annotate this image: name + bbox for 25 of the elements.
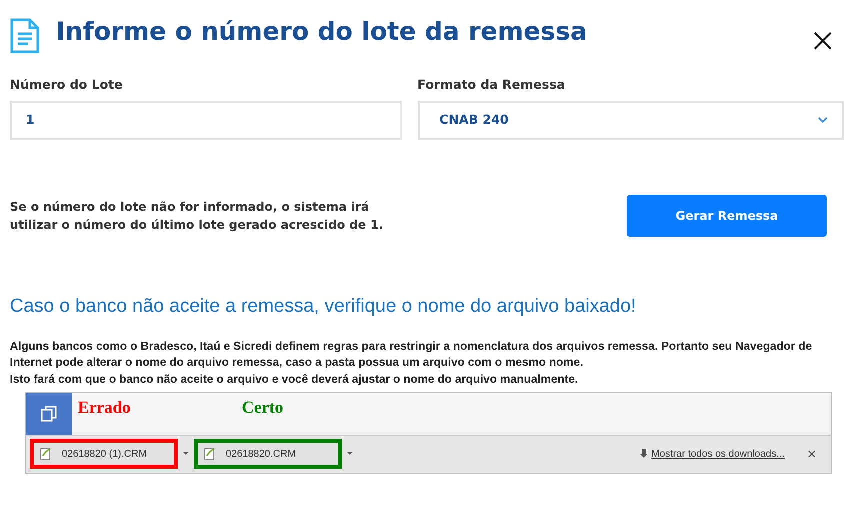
warning-heading: Caso o banco não aceite a remessa, verifique o nome do arquivo baixado! xyxy=(10,294,638,319)
close-bar-button[interactable]: × xyxy=(806,445,817,464)
close-icon[interactable] xyxy=(814,32,832,50)
warning-paragraph: Alguns bancos como o Bradesco, Itaú e Sicredi definem regras para restringir a nomenclatura dos arquivos remessa. Portanto seu Navegador de Internet pode alterar o nome do arquivo remessa, caso a pasta possua um arquivo com o mesmo nome. xyxy=(10,339,814,372)
file-name: 02618820 (1).CRM xyxy=(62,448,148,462)
download-item[interactable]: 02618820.CRM xyxy=(194,439,342,470)
file-name: 02618820.CRM xyxy=(226,448,296,462)
format-select[interactable]: CNAB 240 xyxy=(418,100,844,140)
document-icon xyxy=(10,18,40,54)
example-label: Certo xyxy=(242,396,284,419)
lot-number-field[interactable]: 1 xyxy=(10,100,402,140)
example-label: Errado xyxy=(78,396,131,419)
file-icon xyxy=(40,448,52,461)
hint-text: Se o número do lote não for informado, o sistema irá utilizar o número do último lote gerado acrescido de 1. xyxy=(10,198,384,234)
file-icon xyxy=(204,448,216,461)
download-icon xyxy=(640,449,648,460)
dialog-title: Informe o número do lote da remessa xyxy=(56,16,588,48)
field-label: Número do Lote xyxy=(10,76,124,94)
chevron-down-icon xyxy=(818,116,828,124)
warning-paragraph: Isto fará com que o banco não aceite o arquivo e você deverá ajustar o nome do arquivo manualmente. xyxy=(10,372,580,388)
download-item[interactable]: 02618820 (1).CRM xyxy=(30,439,178,470)
generate-button[interactable]: Gerar Remessa xyxy=(627,194,827,237)
copy-icon xyxy=(41,406,57,422)
show-all-link[interactable]: Mostrar todos os downloads... xyxy=(652,446,785,462)
field-label: Formato da Remessa xyxy=(418,76,566,94)
